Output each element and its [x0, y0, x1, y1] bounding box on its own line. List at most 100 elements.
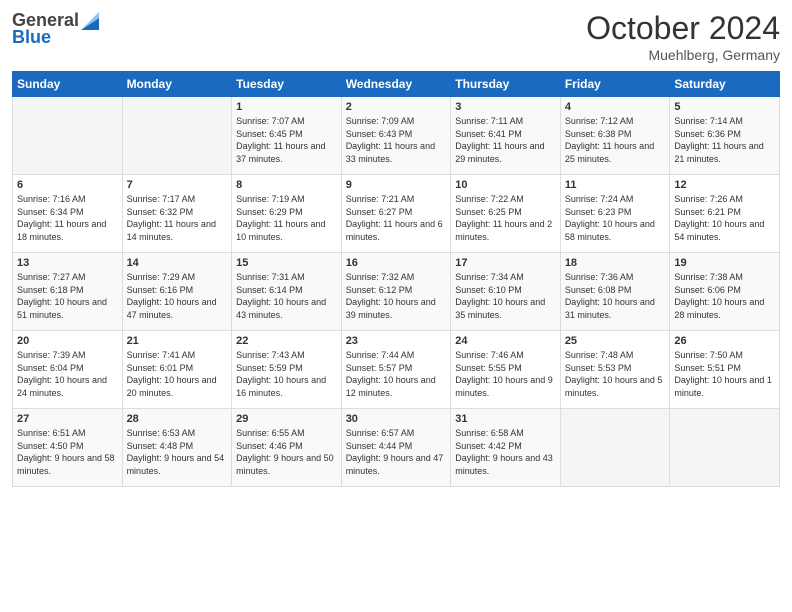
- sunrise-text: Sunrise: 6:55 AM: [236, 428, 305, 438]
- col-wednesday: Wednesday: [341, 72, 451, 97]
- day-info: Sunrise: 7:19 AMSunset: 6:29 PMDaylight:…: [236, 193, 337, 243]
- daylight-text: Daylight: 9 hours and 54 minutes.: [127, 453, 225, 476]
- daylight-text: Daylight: 9 hours and 58 minutes.: [17, 453, 115, 476]
- day-number: 11: [565, 179, 666, 191]
- day-info: Sunrise: 7:43 AMSunset: 5:59 PMDaylight:…: [236, 349, 337, 399]
- calendar-body: 1Sunrise: 7:07 AMSunset: 6:45 PMDaylight…: [13, 97, 780, 487]
- day-number: 21: [127, 335, 228, 347]
- day-info: Sunrise: 7:14 AMSunset: 6:36 PMDaylight:…: [674, 115, 775, 165]
- sunset-text: Sunset: 6:04 PM: [17, 363, 84, 373]
- day-info: Sunrise: 7:17 AMSunset: 6:32 PMDaylight:…: [127, 193, 228, 243]
- daylight-text: Daylight: 10 hours and 31 minutes.: [565, 297, 655, 320]
- header: General Blue October 2024 Muehlberg, Ger…: [12, 10, 780, 63]
- calendar-cell: 6 Sunrise: 7:16 AMSunset: 6:34 PMDaylight…: [13, 175, 123, 253]
- sunrise-text: Sunrise: 7:21 AM: [346, 194, 415, 204]
- day-info: Sunrise: 7:38 AMSunset: 6:06 PMDaylight:…: [674, 271, 775, 321]
- day-info: Sunrise: 6:53 AMSunset: 4:48 PMDaylight:…: [127, 427, 228, 477]
- calendar-cell: [560, 409, 670, 487]
- day-info: Sunrise: 6:51 AM Sunset: 4:50 PM Daylight:…: [17, 427, 118, 477]
- daylight-text: Daylight: 10 hours and 43 minutes.: [236, 297, 326, 320]
- daylight-text: Daylight: 11 hours and 18 minutes.: [17, 219, 106, 242]
- day-info: Sunrise: 7:16 AMSunset: 6:34 PMDaylight:…: [17, 193, 118, 243]
- sunrise-text: Sunrise: 7:46 AM: [455, 350, 524, 360]
- calendar-cell: 25Sunrise: 7:48 AMSunset: 5:53 PMDayligh…: [560, 331, 670, 409]
- sunset-text: Sunset: 6:23 PM: [565, 207, 632, 217]
- sunrise-text: Sunrise: 7:07 AM: [236, 116, 305, 126]
- sunset-text: Sunset: 6:45 PM: [236, 129, 303, 139]
- sunrise-text: Sunrise: 6:57 AM: [346, 428, 415, 438]
- daylight-text: Daylight: 10 hours and 54 minutes.: [674, 219, 764, 242]
- day-info: Sunrise: 7:34 AMSunset: 6:10 PMDaylight:…: [455, 271, 556, 321]
- sunset-text: Sunset: 6:27 PM: [346, 207, 413, 217]
- sunrise-text: Sunrise: 7:14 AM: [674, 116, 743, 126]
- day-number: 22: [236, 335, 337, 347]
- sunset-text: Sunset: 6:18 PM: [17, 285, 84, 295]
- daylight-text: Daylight: 11 hours and 33 minutes.: [346, 141, 435, 164]
- sunset-text: Sunset: 4:44 PM: [346, 441, 413, 451]
- day-info: Sunrise: 7:29 AMSunset: 6:16 PMDaylight:…: [127, 271, 228, 321]
- daylight-text: Daylight: 11 hours and 37 minutes.: [236, 141, 325, 164]
- calendar-cell: [670, 409, 780, 487]
- day-number: 25: [565, 335, 666, 347]
- sunset-text: Sunset: 4:50 PM: [17, 441, 84, 451]
- day-number: 20: [17, 335, 118, 347]
- day-info: Sunrise: 7:07 AM Sunset: 6:45 PM Daylight:…: [236, 115, 337, 165]
- sunset-text: Sunset: 6:06 PM: [674, 285, 741, 295]
- calendar-cell: 5 Sunrise: 7:14 AMSunset: 6:36 PMDaylight…: [670, 97, 780, 175]
- day-number: 31: [455, 413, 556, 425]
- header-row: Sunday Monday Tuesday Wednesday Thursday…: [13, 72, 780, 97]
- day-number: 24: [455, 335, 556, 347]
- calendar-cell: 27 Sunrise: 6:51 AM Sunset: 4:50 PM Dayligh…: [13, 409, 123, 487]
- day-info: Sunrise: 7:22 AMSunset: 6:25 PMDaylight:…: [455, 193, 556, 243]
- day-number: 4: [565, 101, 666, 113]
- day-number: 6: [17, 179, 118, 191]
- day-info: Sunrise: 7:09 AMSunset: 6:43 PMDaylight:…: [346, 115, 447, 165]
- month-year-title: October 2024: [586, 10, 780, 47]
- calendar-cell: 22 Sunrise: 7:43 AMSunset: 5:59 PMDayligh…: [232, 331, 342, 409]
- sunrise-text: Sunrise: 6:58 AM: [455, 428, 524, 438]
- col-friday: Friday: [560, 72, 670, 97]
- daylight-text: Daylight: 10 hours and 51 minutes.: [17, 297, 107, 320]
- calendar-cell: 13Sunrise: 7:27 AMSunset: 6:18 PMDayligh…: [13, 253, 123, 331]
- daylight-text: Daylight: 10 hours and 20 minutes.: [127, 375, 217, 398]
- day-number: 16: [346, 257, 447, 269]
- sunset-text: Sunset: 6:10 PM: [455, 285, 522, 295]
- calendar-cell: 2Sunrise: 7:09 AMSunset: 6:43 PMDaylight…: [341, 97, 451, 175]
- daylight-text: Daylight: 11 hours and 2 minutes.: [455, 219, 552, 242]
- day-number: 12: [674, 179, 775, 191]
- daylight-text: Daylight: 11 hours and 6 minutes.: [346, 219, 443, 242]
- daylight-text: Daylight: 10 hours and 24 minutes.: [17, 375, 107, 398]
- day-number: 26: [674, 335, 775, 347]
- calendar-table: Sunday Monday Tuesday Wednesday Thursday…: [12, 71, 780, 487]
- daylight-text: Daylight: 9 hours and 43 minutes.: [455, 453, 553, 476]
- daylight-text: Daylight: 9 hours and 50 minutes.: [236, 453, 334, 476]
- sunset-text: Sunset: 6:08 PM: [565, 285, 632, 295]
- day-info: Sunrise: 7:31 AMSunset: 6:14 PMDaylight:…: [236, 271, 337, 321]
- day-info: Sunrise: 6:58 AM Sunset: 4:42 PM Daylight:…: [455, 427, 556, 477]
- sunrise-text: Sunrise: 7:31 AM: [236, 272, 305, 282]
- calendar-cell: 23Sunrise: 7:44 AMSunset: 5:57 PMDayligh…: [341, 331, 451, 409]
- calendar-cell: 29Sunrise: 6:55 AMSunset: 4:46 PMDayligh…: [232, 409, 342, 487]
- calendar-cell: 18Sunrise: 7:36 AMSunset: 6:08 PMDayligh…: [560, 253, 670, 331]
- sunset-text: Sunset: 6:41 PM: [455, 129, 522, 139]
- day-number: 8: [236, 179, 337, 191]
- daylight-text: Daylight: 11 hours and 25 minutes.: [565, 141, 654, 164]
- calendar-cell: 30Sunrise: 6:57 AMSunset: 4:44 PMDayligh…: [341, 409, 451, 487]
- day-info: Sunrise: 7:50 AMSunset: 5:51 PMDaylight:…: [674, 349, 775, 399]
- calendar-week-5: 27 Sunrise: 6:51 AM Sunset: 4:50 PM Dayligh…: [13, 409, 780, 487]
- daylight-text: Daylight: 9 hours and 47 minutes.: [346, 453, 444, 476]
- day-info: Sunrise: 7:26 AMSunset: 6:21 PMDaylight:…: [674, 193, 775, 243]
- sunrise-text: Sunrise: 6:51 AM: [17, 428, 86, 438]
- day-info: Sunrise: 7:32 AMSunset: 6:12 PMDaylight:…: [346, 271, 447, 321]
- day-number: 5: [674, 101, 775, 113]
- sunrise-text: Sunrise: 7:12 AM: [565, 116, 634, 126]
- daylight-text: Daylight: 10 hours and 47 minutes.: [127, 297, 217, 320]
- day-number: 29: [236, 413, 337, 425]
- calendar-cell: 26 Sunrise: 7:50 AMSunset: 5:51 PMDayligh…: [670, 331, 780, 409]
- col-saturday: Saturday: [670, 72, 780, 97]
- daylight-text: Daylight: 10 hours and 16 minutes.: [236, 375, 326, 398]
- sunset-text: Sunset: 4:42 PM: [455, 441, 522, 451]
- day-number: 27: [17, 413, 118, 425]
- sunrise-text: Sunrise: 7:27 AM: [17, 272, 86, 282]
- day-info: Sunrise: 7:41 AMSunset: 6:01 PMDaylight:…: [127, 349, 228, 399]
